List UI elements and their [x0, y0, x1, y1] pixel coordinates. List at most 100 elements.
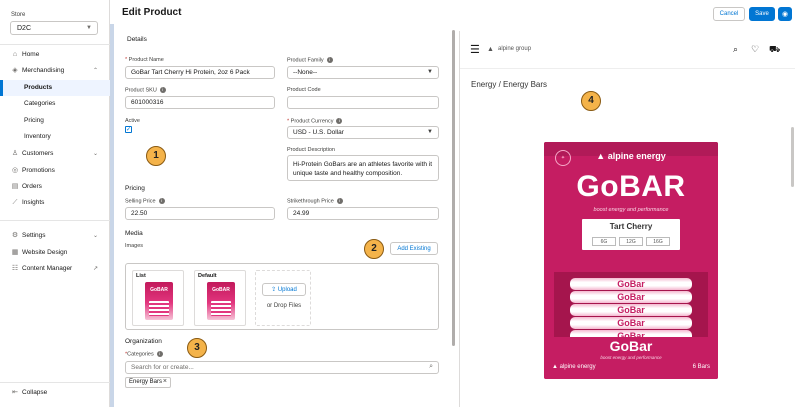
sidebar-item-orders[interactable]: ▤ Orders — [0, 179, 110, 195]
sidebar-item-pricing[interactable]: Pricing — [0, 113, 110, 129]
page-header: Edit Product Cancel Save ◉ — [110, 0, 800, 26]
sidebar-item-label: Orders — [22, 183, 42, 190]
info-icon: i — [336, 198, 343, 204]
sidebar-item-label: Products — [24, 84, 53, 91]
sidebar-item-label: Settings — [22, 232, 46, 239]
sidebar-item-customers[interactable]: ♙ Customers ⌄ — [0, 146, 110, 162]
product-form: Details * Product Name GoBar Tart Cherry… — [114, 26, 450, 407]
chevron-up-icon: ⌃ — [92, 68, 98, 74]
bar-wrapper: GoBar — [570, 317, 692, 329]
add-existing-button[interactable]: Add Existing — [390, 242, 438, 255]
sidebar-item-content-manager[interactable]: ☷ Content Manager ↗ — [0, 261, 110, 277]
active-checkbox[interactable]: ✓ — [125, 126, 132, 133]
store-select[interactable]: D2C ▼ — [10, 21, 98, 35]
sidebar-item-label: Home — [22, 51, 40, 58]
box-brand: ▲ alpine energy — [596, 151, 666, 161]
thumb-brand: GoBAR — [150, 287, 168, 293]
collapse-button[interactable]: ⇤ Collapse — [0, 385, 110, 401]
sidebar-item-home[interactable]: ⌂ Home — [0, 47, 110, 63]
bar-wrapper: GoBar — [570, 291, 692, 303]
strikethrough-price-input[interactable]: 24.99 — [287, 207, 439, 220]
category-pill-label: Energy Bars — [129, 379, 163, 385]
front-brand: ▲ alpine energy — [552, 364, 596, 370]
product-sku-input[interactable]: 601000316 — [125, 96, 275, 109]
preview-toggle-button[interactable]: ◉ — [778, 7, 792, 21]
product-code-input[interactable] — [287, 96, 439, 109]
flavor-panel: Tart Cherry 6G 12G 16G — [582, 219, 680, 250]
section-organization: Organization — [125, 338, 162, 345]
product-sku-label: Product SKU i — [125, 87, 166, 93]
category-search-input[interactable]: Search for or create... ⌕ — [125, 361, 439, 374]
upload-dropzone[interactable]: ⇪ Upload or Drop Files — [255, 270, 311, 326]
info-icon: i — [158, 198, 165, 204]
eye-icon: ◉ — [781, 11, 789, 18]
preview-breadcrumb: Energy / Energy Bars — [471, 80, 548, 89]
sidebar-item-label: Content Manager — [22, 265, 73, 272]
save-button[interactable]: Save — [749, 7, 775, 21]
info-icon: i — [156, 351, 163, 357]
product-code-label: Product Code — [287, 87, 321, 93]
categories-label: *Categories i — [125, 351, 163, 357]
product-currency-label: * Product Currency i — [287, 118, 343, 124]
bar-wrapper: GoBar — [570, 304, 692, 316]
store-label: Store — [11, 12, 26, 18]
sidebar-item-website-design[interactable]: ▦ Website Design — [0, 245, 110, 261]
alpine-logo-icon: ▲ — [487, 46, 494, 53]
alpine-logo-icon: ▲ — [596, 151, 608, 161]
external-link-icon: ↗ — [92, 266, 98, 272]
preview-topbar: ☰ ▲ alpine group ⌕ ♡ ⛟ — [460, 31, 795, 69]
heart-icon[interactable]: ♡ — [751, 44, 759, 55]
hamburger-menu-icon[interactable]: ☰ — [470, 43, 480, 56]
section-pricing: Pricing — [125, 185, 145, 192]
sidebar-divider — [0, 44, 110, 45]
sidebar-item-label: Website Design — [22, 249, 68, 256]
product-description-textarea[interactable]: Hi-Protein GoBars are an athletes favori… — [287, 155, 439, 181]
product-image: ✦ ▲ alpine energy GoBAR boost energy and… — [544, 142, 718, 379]
form-scrollbar[interactable] — [452, 30, 455, 346]
sidebar-divider — [0, 382, 110, 383]
preview-scrollbar[interactable] — [791, 127, 794, 187]
upload-button[interactable]: ⇪ Upload — [262, 283, 306, 296]
sidebar-item-categories[interactable]: Categories — [0, 96, 110, 112]
selling-price-input[interactable]: 22.50 — [125, 207, 275, 220]
thumb-label: List — [136, 273, 146, 279]
sidebar-item-products[interactable]: Products — [0, 80, 110, 96]
product-name-label: * Product Name — [125, 57, 164, 63]
sidebar-item-inventory[interactable]: Inventory — [0, 129, 110, 145]
front-count: 6 Bars — [692, 364, 710, 370]
sidebar-item-insights[interactable]: ⟋ Insights — [0, 195, 110, 211]
sidebar-item-promotions[interactable]: ◎ Promotions — [0, 163, 110, 179]
chevron-down-icon: ⌄ — [92, 233, 98, 239]
image-thumb-default[interactable]: Default GoBAR — [194, 270, 246, 326]
front-bar-tagline: boost energy and performance — [600, 355, 662, 360]
media-images-box: List GoBAR Default GoBAR ⇪ Upload or Dro… — [125, 263, 439, 330]
cart-icon[interactable]: ⛟ — [769, 44, 780, 56]
chevron-down-icon: ▼ — [427, 129, 433, 135]
product-name-input[interactable]: GoBar Tart Cherry Hi Protein, 2oz 6 Pack — [125, 66, 275, 79]
search-icon: ⌕ — [429, 363, 433, 370]
product-family-select[interactable]: --None-- ▼ — [287, 66, 439, 79]
gear-icon: ⚙ — [11, 232, 19, 239]
content-icon: ☷ — [11, 265, 19, 272]
search-icon[interactable]: ⌕ — [733, 44, 738, 55]
layout-icon: ▦ — [11, 249, 19, 256]
people-icon: ♙ — [11, 150, 19, 157]
sidebar-item-label: Categories — [24, 100, 56, 107]
cancel-button[interactable]: Cancel — [713, 7, 745, 21]
page-title: Edit Product — [122, 7, 182, 18]
sidebar-item-settings[interactable]: ⚙ Settings ⌄ — [0, 228, 110, 244]
info-icon: i — [159, 87, 166, 93]
sidebar-divider — [0, 220, 110, 221]
callout-3: 3 — [187, 338, 207, 358]
front-bar-name: GoBar — [609, 338, 653, 354]
selling-price-label: Selling Price i — [125, 198, 165, 204]
collapse-label: Collapse — [22, 389, 48, 396]
stat-box: 16G — [646, 237, 670, 246]
section-media: Media — [125, 230, 143, 237]
drop-files-text: or Drop Files — [266, 303, 302, 309]
image-thumb-list[interactable]: List GoBAR — [132, 270, 184, 326]
sidebar-item-merchandising[interactable]: ◈ Merchandising ⌃ — [0, 63, 110, 79]
product-currency-select[interactable]: USD - U.S. Dollar ▼ — [287, 126, 439, 139]
sidebar-item-label: Insights — [22, 199, 45, 206]
close-icon[interactable]: × — [163, 378, 167, 385]
